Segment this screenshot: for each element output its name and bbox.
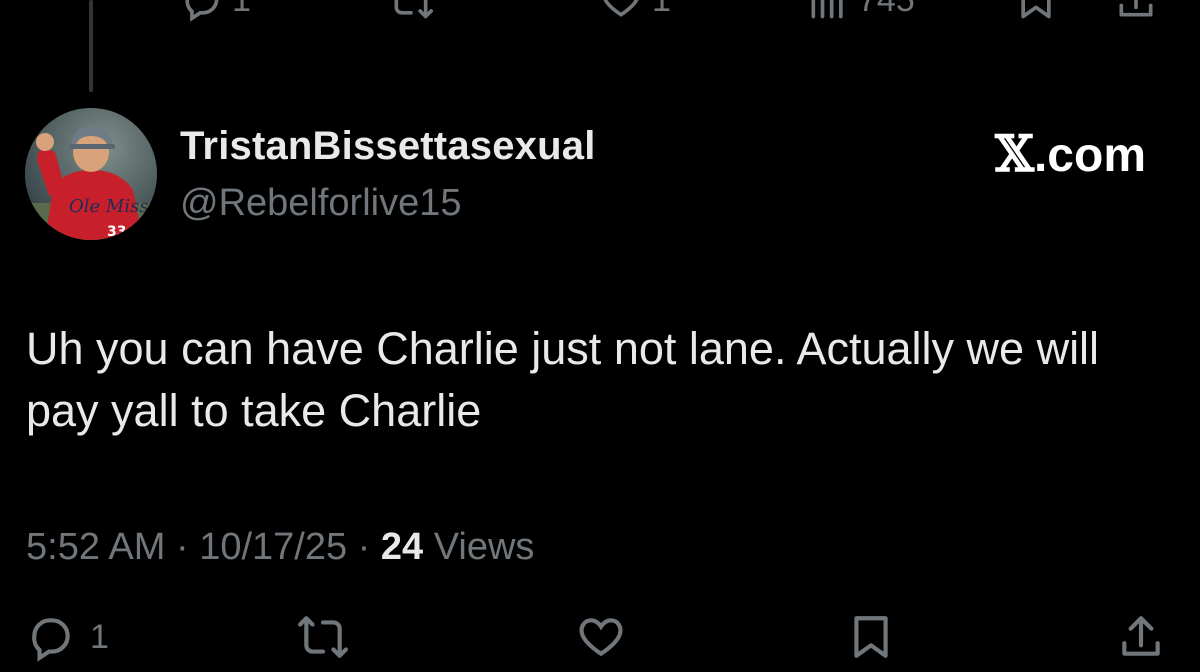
views-label: Views xyxy=(423,526,535,568)
reply-count: 1 xyxy=(90,617,109,656)
previous-reply-button[interactable]: 1 xyxy=(180,0,251,22)
previous-like-button[interactable]: 1 xyxy=(598,0,671,22)
like-icon xyxy=(579,618,623,657)
previous-bookmark-button[interactable] xyxy=(1014,0,1058,22)
reply-button[interactable]: 1 xyxy=(26,612,109,662)
bookmark-button[interactable] xyxy=(846,612,896,662)
avatar[interactable]: Ole Miss 33 xyxy=(25,108,157,240)
tweet-time[interactable]: 5:52 AM xyxy=(26,526,165,568)
tweet-metadata: 5:52 AM · 10/17/25 · 24 Views xyxy=(26,526,534,569)
tweet-text: Uh you can have Charlie just not lane. A… xyxy=(26,323,1100,436)
bookmark-icon xyxy=(854,616,888,658)
previous-retweet-button[interactable] xyxy=(386,0,436,22)
share-icon xyxy=(1122,616,1160,656)
avatar-image: Ole Miss 33 xyxy=(25,108,157,240)
tweet-date[interactable]: 10/17/25 xyxy=(199,526,347,568)
previous-share-button[interactable] xyxy=(1114,0,1158,22)
like-button[interactable] xyxy=(574,612,628,662)
display-name[interactable]: TristanBissettasexual xyxy=(180,124,596,169)
user-handle[interactable]: @Rebelforlive15 xyxy=(180,182,462,225)
reply-icon xyxy=(32,618,70,662)
like-icon xyxy=(603,0,639,17)
brand-suffix: .com xyxy=(1033,129,1146,182)
retweet-icon xyxy=(394,0,433,19)
retweet-button[interactable] xyxy=(294,612,352,662)
svg-text:33: 33 xyxy=(107,224,126,240)
previous-views-button[interactable]: 745 xyxy=(806,0,915,22)
meta-separator: · xyxy=(347,526,381,568)
reply-icon xyxy=(185,0,219,22)
retweet-icon xyxy=(298,616,348,658)
views-icon xyxy=(811,0,843,19)
tweet-action-bar: 1 xyxy=(0,612,1200,672)
views-count[interactable]: 24 xyxy=(381,526,423,568)
bookmark-icon xyxy=(1021,0,1051,19)
previous-view-count: 745 xyxy=(858,0,915,20)
svg-text:Ole Miss: Ole Miss xyxy=(69,196,149,217)
share-button[interactable] xyxy=(1116,612,1166,662)
previous-tweet-action-bar: 1 1 745 xyxy=(0,0,1200,38)
x-com-logo: 𝕏 .com xyxy=(995,124,1146,183)
share-icon xyxy=(1119,0,1153,17)
x-logo-icon: 𝕏 xyxy=(995,124,1034,183)
previous-reply-count: 1 xyxy=(232,0,251,20)
meta-separator: · xyxy=(165,526,200,568)
previous-like-count: 1 xyxy=(652,0,671,20)
thread-connector-line xyxy=(89,0,93,92)
